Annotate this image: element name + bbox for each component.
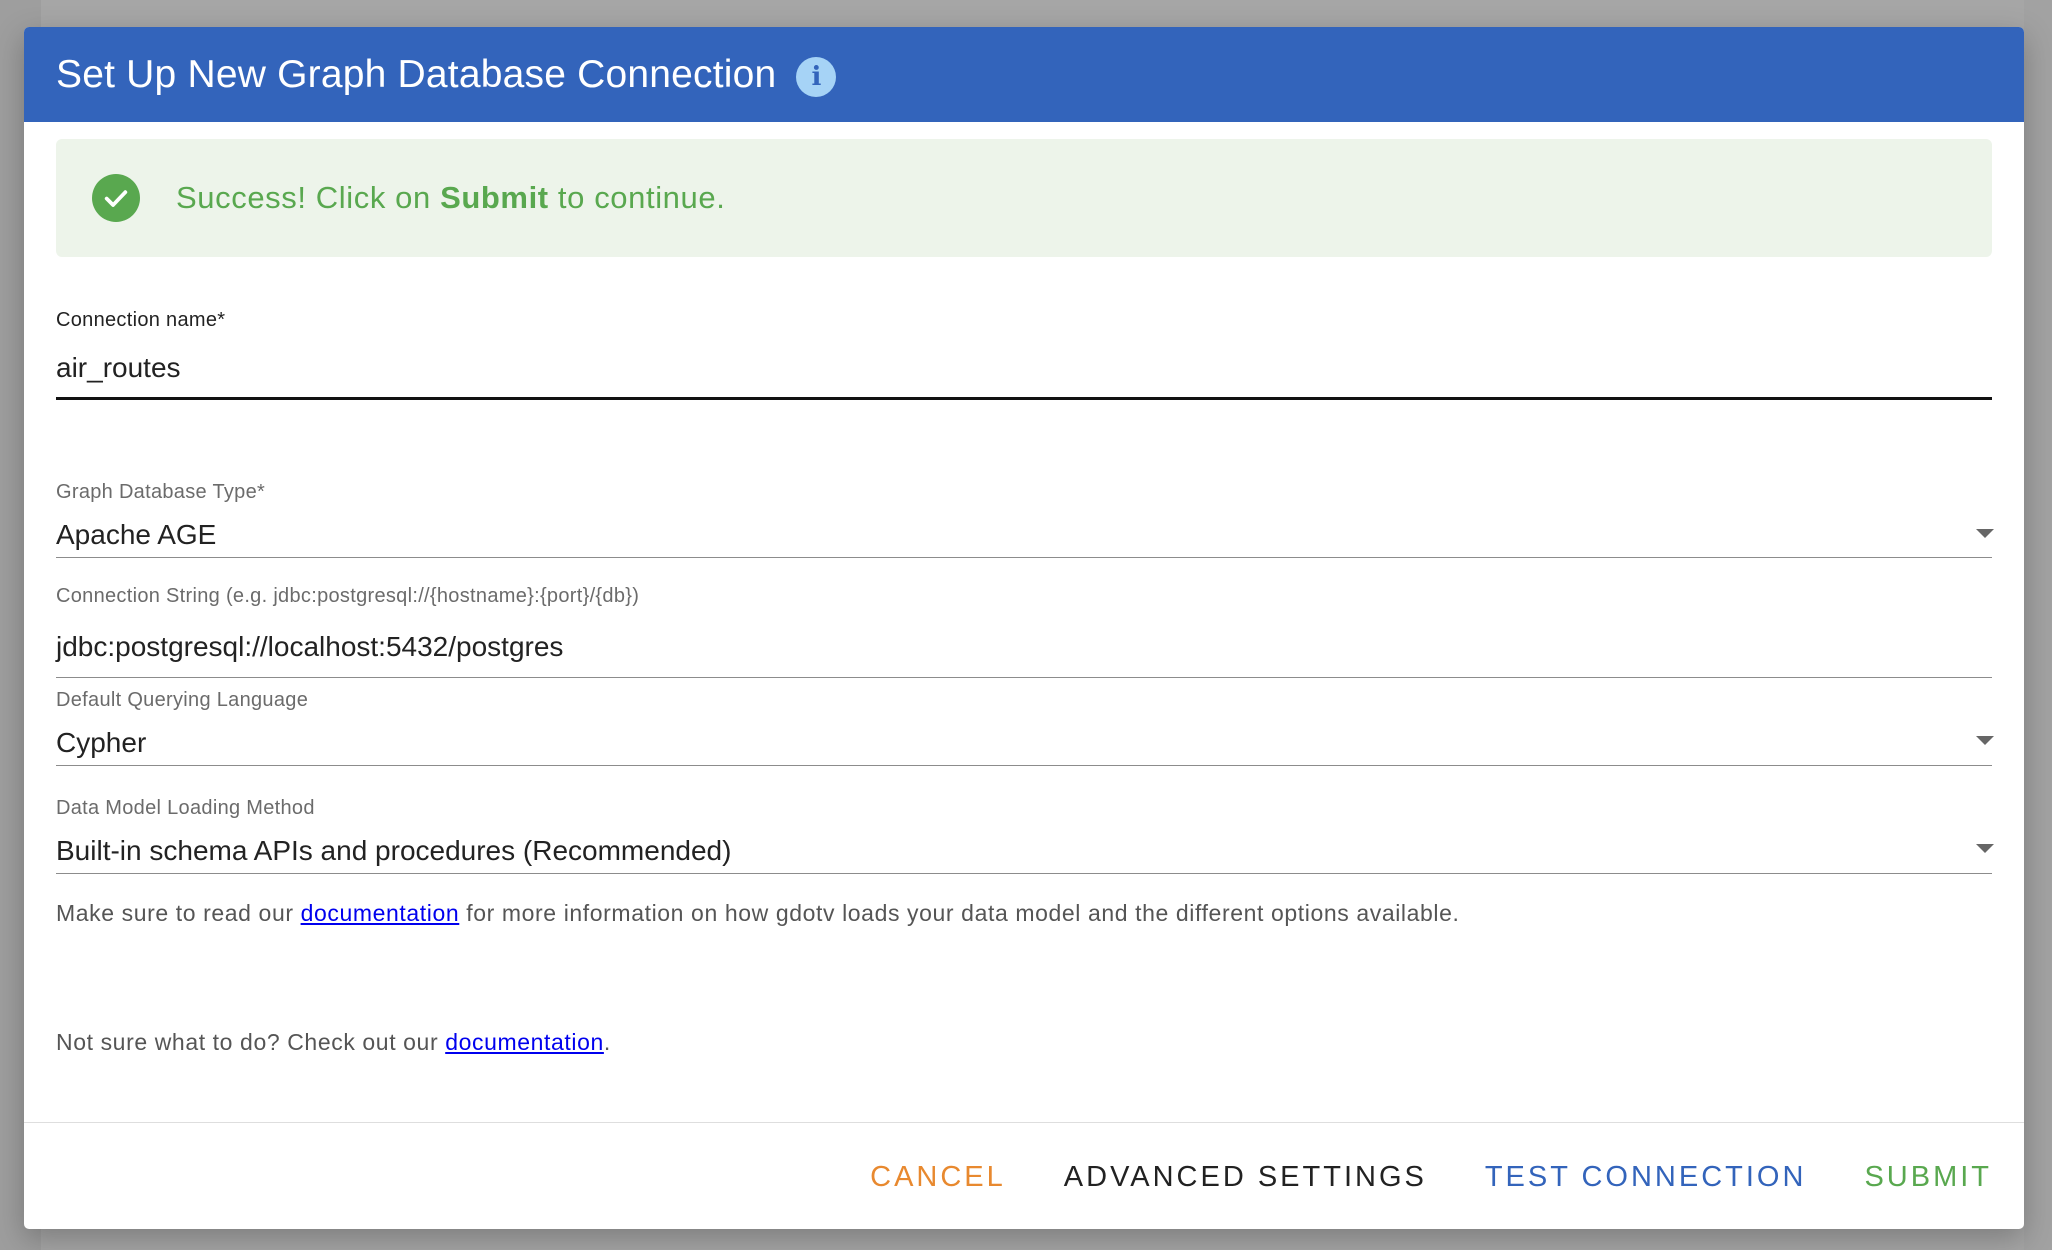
data-model-helper: Make sure to read our documentation for … [56,900,1460,926]
documentation-link[interactable]: documentation [445,1029,604,1055]
documentation-link[interactable]: documentation [301,900,460,926]
chevron-down-icon[interactable] [1976,736,1994,745]
help-footer-text: Not sure what to do? Check out our docum… [56,1029,611,1055]
data-model-label: Data Model Loading Method [56,797,315,819]
query-language-label: Default Querying Language [56,689,309,711]
footer-divider [24,1122,2024,1123]
db-type-underline [56,557,1992,558]
alert-emphasis: Submit [440,180,549,215]
test-connection-button[interactable]: TEST CONNECTION [1485,1161,1807,1194]
advanced-settings-button[interactable]: ADVANCED SETTINGS [1064,1161,1427,1194]
connection-name-input[interactable]: air_routes [56,352,181,384]
alert-message: Success! Click on Submit to continue. [176,180,726,215]
connection-name-underline [56,397,1992,400]
db-type-label: Graph Database Type* [56,481,266,503]
info-icon[interactable]: i [796,56,837,97]
submit-button[interactable]: SUBMIT [1864,1161,1992,1194]
connection-dialog: Set Up New Graph Database Connection i S… [24,27,2024,1229]
dialog-title: Set Up New Graph Database Connection [56,52,777,96]
connection-name-label: Connection name* [56,309,226,331]
cancel-button[interactable]: CANCEL [870,1161,1006,1194]
query-language-underline [56,765,1992,766]
check-circle-icon [92,174,140,222]
connection-string-underline [56,677,1992,678]
db-type-select[interactable]: Apache AGE [56,519,216,551]
chevron-down-icon[interactable] [1976,844,1994,853]
data-model-underline [56,873,1992,874]
success-alert: Success! Click on Submit to continue. [56,139,1992,257]
connection-string-input[interactable]: jdbc:postgresql://localhost:5432/postgre… [56,631,563,663]
chevron-down-icon[interactable] [1976,529,1994,538]
dialog-header: Set Up New Graph Database Connection i [24,27,2024,122]
data-model-select[interactable]: Built-in schema APIs and procedures (Rec… [56,835,731,867]
query-language-select[interactable]: Cypher [56,727,146,759]
backdrop-edge [2024,0,2052,1250]
dialog-actions: CANCEL ADVANCED SETTINGS TEST CONNECTION… [870,1161,1992,1194]
connection-string-label: Connection String (e.g. jdbc:postgresql:… [56,585,640,607]
